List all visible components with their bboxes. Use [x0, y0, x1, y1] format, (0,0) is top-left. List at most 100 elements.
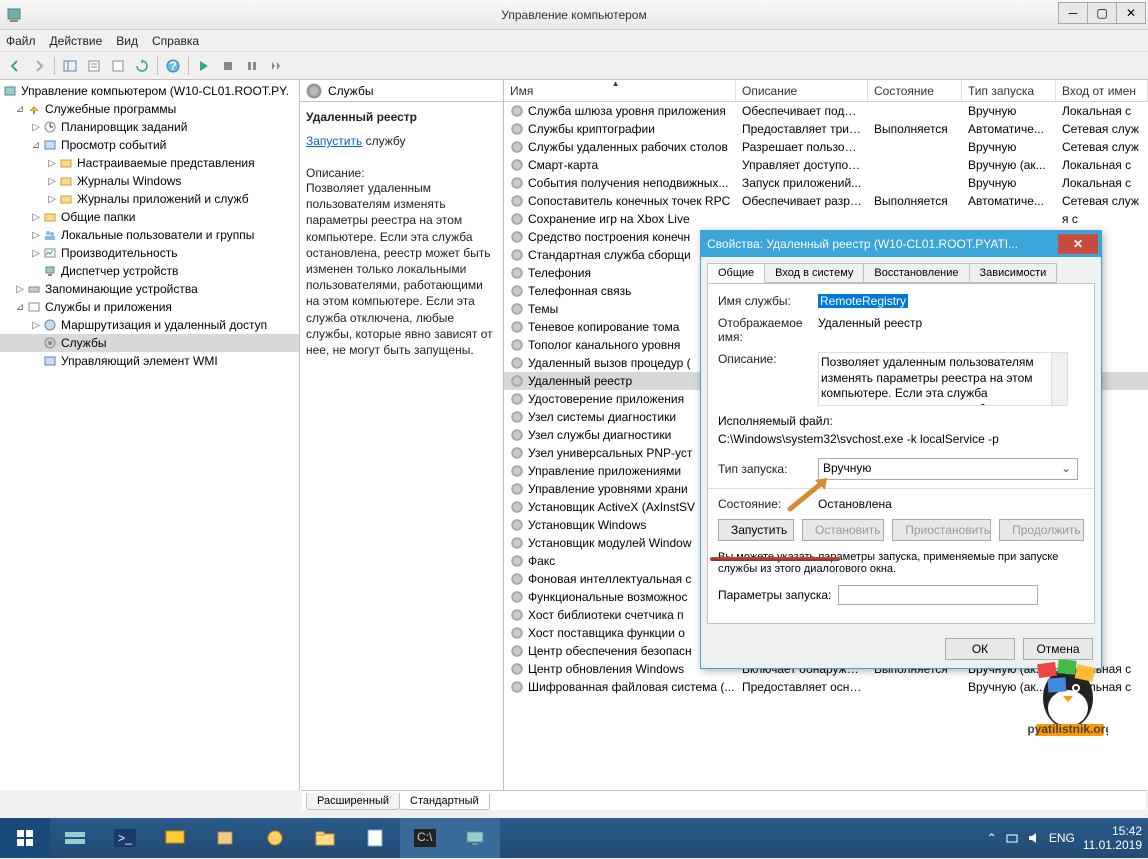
menu-help[interactable]: Справка	[152, 34, 199, 48]
startup-type-combo[interactable]: Вручную	[818, 458, 1078, 480]
service-row[interactable]: События получения неподвижных...Запуск п…	[504, 174, 1148, 192]
gear-icon	[510, 176, 524, 190]
label-display-name: Отображаемое имя:	[718, 316, 818, 344]
restart-button[interactable]	[265, 55, 287, 77]
list-header[interactable]: Имя▲ Описание Состояние Тип запуска Вход…	[504, 80, 1148, 102]
app-icon	[6, 7, 22, 23]
taskbar[interactable]: >_ C:\ ⌃ ENG 15:42 11.01.2019	[0, 818, 1148, 858]
dialog-start-button[interactable]: Запустить	[718, 519, 794, 541]
tree-device-manager[interactable]: Диспетчер устройств	[0, 262, 299, 280]
col-desc[interactable]: Описание	[736, 80, 868, 101]
tree-storage[interactable]: ▷Запоминающие устройства	[0, 280, 299, 298]
menu-action[interactable]: Действие	[50, 34, 103, 48]
underline-annotation	[710, 557, 840, 561]
tab-standard[interactable]: Стандартный	[399, 793, 490, 810]
params-input[interactable]	[838, 585, 1038, 605]
gear-icon	[510, 410, 524, 424]
tray-language[interactable]: ENG	[1049, 831, 1075, 845]
description-scrollbar[interactable]	[1051, 353, 1067, 405]
service-row[interactable]: Смарт-картаУправляет доступом...Вручную …	[504, 156, 1148, 174]
close-button[interactable]: ✕	[1116, 2, 1146, 24]
tree-event-viewer[interactable]: ⊿Просмотр событий	[0, 136, 299, 154]
tray-sound-icon[interactable]	[1027, 831, 1041, 845]
tree-system-tools[interactable]: ⊿Служебные программы	[0, 100, 299, 118]
tree-routing[interactable]: ▷Маршрутизация и удаленный доступ	[0, 316, 299, 334]
gear-icon	[510, 122, 524, 136]
tree-local-users[interactable]: ▷Локальные пользователи и группы	[0, 226, 299, 244]
tree-wmi[interactable]: Управляющий элемент WMI	[0, 352, 299, 370]
tree-custom-views[interactable]: ▷Настраиваемые представления	[0, 154, 299, 172]
col-startup[interactable]: Тип запуска	[962, 80, 1056, 101]
dialog-tab-logon[interactable]: Вход в систему	[764, 263, 864, 283]
description-box[interactable]: Позволяет удаленным пользователям изменя…	[818, 352, 1068, 406]
detail-pane: Службы Удаленный реестр Запустить службу…	[300, 80, 504, 790]
back-button[interactable]	[4, 55, 26, 77]
taskbar-rdp[interactable]	[150, 818, 200, 858]
dialog-close-button[interactable]: ✕	[1058, 234, 1098, 254]
taskbar-powershell[interactable]: >_	[100, 818, 150, 858]
menu-view[interactable]: Вид	[116, 34, 138, 48]
gear-icon	[510, 140, 524, 154]
service-row[interactable]: Шифрованная файловая система (...Предост…	[504, 678, 1148, 696]
dialog-titlebar[interactable]: Свойства: Удаленный реестр (W10-CL01.ROO…	[701, 231, 1101, 257]
help-button[interactable]: ?	[162, 55, 184, 77]
gear-icon	[510, 230, 524, 244]
taskbar-server-manager[interactable]	[50, 818, 100, 858]
tab-extended[interactable]: Расширенный	[306, 793, 400, 810]
refresh-button[interactable]	[131, 55, 153, 77]
service-row[interactable]: Служба шлюза уровня приложенияОбеспечива…	[504, 102, 1148, 120]
taskbar-mmc[interactable]	[450, 818, 500, 858]
tree-services-apps[interactable]: ⊿Службы и приложения	[0, 298, 299, 316]
dialog-ok-button[interactable]: ОК	[945, 638, 1015, 660]
forward-button[interactable]	[28, 55, 50, 77]
pause-button[interactable]	[241, 55, 263, 77]
navigation-tree[interactable]: Управление компьютером (W10-CL01.ROOT.PY…	[0, 80, 300, 790]
dialog-tab-recovery[interactable]: Восстановление	[863, 263, 969, 283]
stop-button[interactable]	[217, 55, 239, 77]
gear-icon	[510, 320, 524, 334]
menu-file[interactable]: Файл	[6, 34, 36, 48]
taskbar-app-1[interactable]	[200, 818, 250, 858]
tree-performance[interactable]: ▷Производительность	[0, 244, 299, 262]
gear-icon	[510, 212, 524, 226]
dialog-tab-deps[interactable]: Зависимости	[969, 263, 1058, 283]
service-row[interactable]: Службы удаленных рабочих столовРазрешает…	[504, 138, 1148, 156]
properties-button[interactable]	[83, 55, 105, 77]
tree-shared-folders[interactable]: ▷Общие папки	[0, 208, 299, 226]
dialog-cancel-button[interactable]: Отмена	[1023, 638, 1093, 660]
description-label: Описание:	[306, 166, 497, 180]
tree-services[interactable]: Службы	[0, 334, 299, 352]
dialog-tab-general[interactable]: Общие	[707, 263, 765, 283]
tree-task-scheduler[interactable]: ▷Планировщик заданий	[0, 118, 299, 136]
dialog-stop-button: Остановить	[802, 519, 884, 541]
taskbar-app-2[interactable]	[250, 818, 300, 858]
tree-app-logs[interactable]: ▷Журналы приложений и служб	[0, 190, 299, 208]
gear-icon	[510, 500, 524, 514]
export-button[interactable]	[107, 55, 129, 77]
service-row[interactable]: Сопоставитель конечных точек RPCОбеспечи…	[504, 192, 1148, 210]
tree-root[interactable]: Управление компьютером (W10-CL01.ROOT.PY…	[0, 82, 299, 100]
service-row[interactable]: Сохранение игр на Xbox Liveя с	[504, 210, 1148, 228]
tree-windows-logs[interactable]: ▷Журналы Windows	[0, 172, 299, 190]
taskbar-notepad[interactable]	[350, 818, 400, 858]
tray-network-icon[interactable]	[1005, 831, 1019, 845]
start-service-link[interactable]: Запустить	[306, 134, 362, 148]
start-button[interactable]	[0, 818, 50, 858]
gear-icon	[510, 590, 524, 604]
tray-chevron-icon[interactable]: ⌃	[987, 831, 997, 845]
maximize-button[interactable]: ▢	[1087, 2, 1117, 24]
value-exe-path: C:\Windows\system32\svchost.exe -k local…	[718, 432, 1084, 446]
gear-icon	[510, 266, 524, 280]
taskbar-explorer[interactable]	[300, 818, 350, 858]
col-name[interactable]: Имя▲	[504, 80, 736, 101]
minimize-button[interactable]: ─	[1058, 2, 1088, 24]
service-row[interactable]: Службы криптографииПредоставляет три с..…	[504, 120, 1148, 138]
label-exe-path: Исполняемый файл:	[718, 414, 1084, 428]
value-svc-name[interactable]: RemoteRegistry	[818, 294, 908, 308]
show-hide-button[interactable]	[59, 55, 81, 77]
col-logon[interactable]: Вход от имен	[1056, 80, 1148, 101]
tray-clock[interactable]: 15:42 11.01.2019	[1083, 824, 1142, 853]
play-button[interactable]	[193, 55, 215, 77]
taskbar-cmd[interactable]: C:\	[400, 818, 450, 858]
col-state[interactable]: Состояние	[868, 80, 962, 101]
